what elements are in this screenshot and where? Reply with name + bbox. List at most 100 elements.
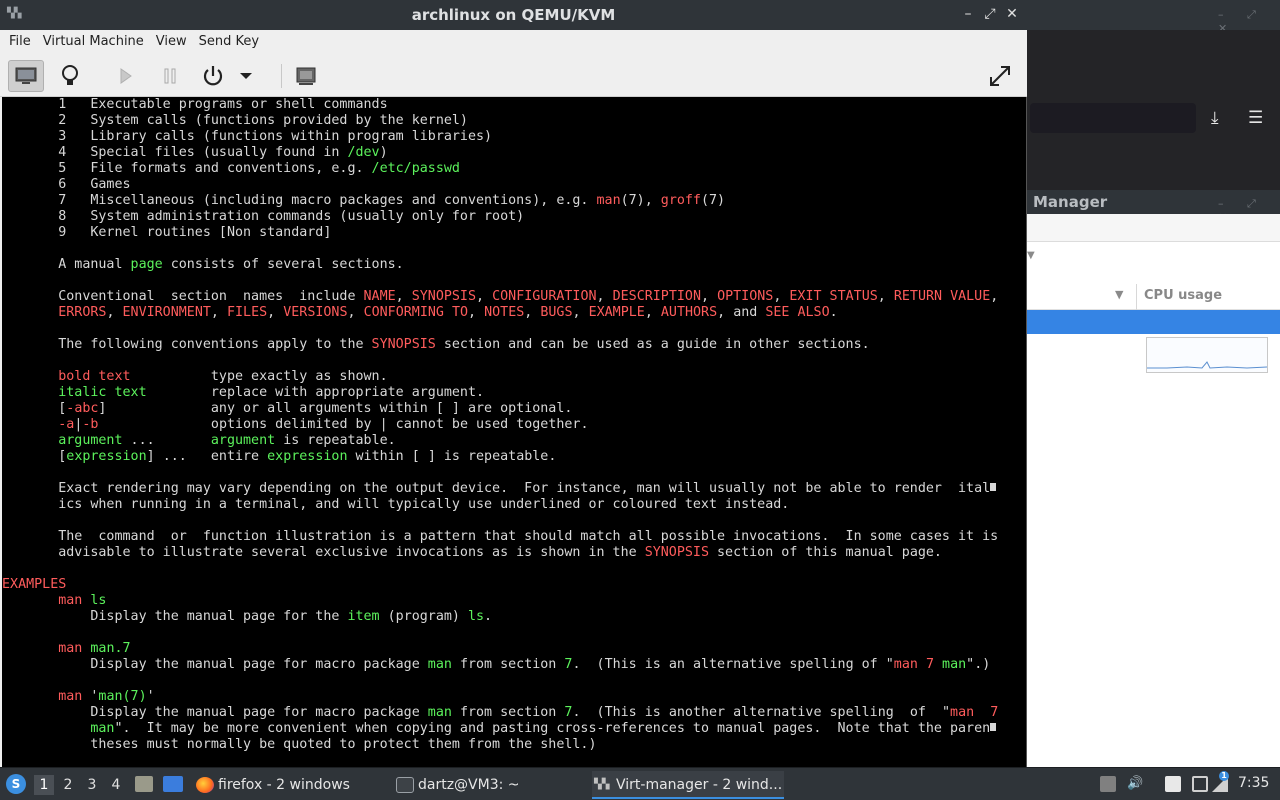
console-text: 7 [925,657,934,672]
virt-manager-table-header: ▼ CPU usage [1027,284,1280,310]
fullscreen-button[interactable] [982,60,1018,92]
console-text: , [990,289,999,304]
console-text: theses must normally be quoted to protec… [2,737,597,752]
console-text: (7), [620,193,661,208]
console-text: bold text [2,369,131,384]
hamburger-menu-icon[interactable]: ☰ [1248,110,1263,127]
console-text: man [950,705,975,720]
line-continuation-marker [990,723,997,731]
details-button[interactable] [52,60,88,92]
console-text: man [942,657,967,672]
console-text: argument [2,433,123,448]
workspace-3-button[interactable]: 3 [82,775,102,795]
console-text: The following conventions apply to the [2,337,372,352]
console-line: man". It may be more convenient when cop… [2,721,997,737]
menu-view[interactable]: View [150,30,193,54]
taskbar-task-firefox[interactable]: firefox - 2 windows [194,771,384,799]
vm-list-row-selected[interactable] [1027,310,1280,334]
run-icon [120,68,132,84]
console-text: OPTIONS [717,289,774,304]
console-text: 6 Games [2,177,131,192]
snapshot-button[interactable] [288,60,324,92]
virt-manager-toolbar [1027,214,1280,242]
desktop-launcher-icon[interactable] [163,776,183,792]
console-line: 5 File formats and conventions, e.g. /et… [2,161,460,177]
minimize-button[interactable]: – [961,6,975,22]
menu-virtual-machine[interactable]: Virtual Machine [37,30,150,54]
console-text: from section [451,657,565,672]
console-text: RETURN VALUE [893,289,991,304]
console-line: 9 Kernel routines [Non standard] [2,225,331,241]
console-text: man [2,689,91,704]
console-line: 1 Executable programs or shell commands [2,97,388,113]
file-manager-launcher-icon[interactable] [135,776,153,792]
console-text: , [476,289,493,304]
workspace-2-button[interactable]: 2 [58,775,78,795]
cpu-usage-column-header[interactable]: CPU usage [1144,288,1222,303]
window-titlebar[interactable]: ▚▚ archlinux on QEMU/KVM – ⤢ ✕ [0,0,1027,30]
taskbar-task-virt-manager[interactable]: ▚▚ Virt-manager - 2 wind... [592,771,784,799]
console-line: italic text replace with appropriate arg… [2,385,484,401]
firefox-url-bar[interactable] [1030,103,1196,133]
chevron-down-icon[interactable]: ▼ [1027,250,1035,261]
console-line: Display the manual page for macro packag… [2,657,990,673]
close-button[interactable]: ✕ [1005,6,1019,22]
console-text: ] ... entire [146,449,268,464]
keyboard-icon[interactable] [1192,776,1208,792]
vm-console-display[interactable]: 1 Executable programs or shell commands … [2,97,1026,767]
power-menu-button[interactable] [236,60,256,92]
maximize-button[interactable]: ⤢ [983,6,997,22]
workspace-1-button[interactable]: 1 [34,775,54,795]
volume-icon[interactable]: 🔊 [1127,776,1143,792]
menu-send-key[interactable]: Send Key [193,30,265,54]
start-menu-button[interactable]: S [6,774,26,794]
console-button[interactable] [8,60,44,92]
power-icon [203,66,223,86]
task-label: firefox - 2 windows [218,777,350,793]
console-text: ".) [966,657,991,672]
console-line: ERRORS, ENVIRONMENT, FILES, VERSIONS, CO… [2,305,837,321]
console-text: Conventional section names include [2,289,364,304]
console-text: man [427,657,452,672]
console-text: ". It may be more convenient when copyin… [114,721,991,736]
console-text: 5 File formats and conventions, e.g. [2,161,372,176]
console-text: expression [267,449,348,464]
console-text: , [572,305,589,320]
console-text: 8 System administration commands (usuall… [2,209,525,224]
column-divider [1136,284,1137,310]
console-text: , [106,305,123,320]
taskbar-task-terminal[interactable]: dartz@VM3: ~ [394,771,584,799]
console-text: [ [2,449,67,464]
console-text: consists of several sections. [162,257,404,272]
console-text: , [644,305,661,320]
console-text: 1 Executable programs or shell commands [2,97,388,112]
clipboard-icon[interactable] [1165,776,1181,792]
workspace-4-button[interactable]: 4 [106,775,126,795]
notification-badge[interactable]: 1 [1219,771,1229,781]
console-line: argument ... argument is repeatable. [2,433,395,449]
sort-arrow-icon[interactable]: ▼ [1115,288,1123,301]
window-title: archlinux on QEMU/KVM [411,6,616,24]
console-text: , [210,305,227,320]
console-text: 2 System calls (functions provided by th… [2,113,468,128]
console-text: , [700,289,718,304]
console-text: options delimited by | cannot be used to… [98,417,589,432]
console-text: /etc/passwd [371,161,460,176]
console-text: BUGS [540,305,573,320]
console-text: from section [451,705,565,720]
power-button[interactable] [195,60,231,92]
download-icon[interactable]: ⤓ [1211,110,1219,127]
console-text: , [524,305,541,320]
console-text: man [2,593,91,608]
tray-app-icon[interactable] [1100,776,1116,792]
clock[interactable]: 7:35 [1238,775,1269,791]
console-text: ERRORS [2,305,107,320]
menu-file[interactable]: File [3,30,37,54]
console-line: [-abc] any or all arguments within [ ] a… [2,401,572,417]
toolbar [0,54,1027,97]
pause-button[interactable] [152,60,188,92]
console-line: 2 System calls (functions provided by th… [2,113,468,129]
run-button[interactable] [108,60,144,92]
console-text: (7) [700,193,726,208]
